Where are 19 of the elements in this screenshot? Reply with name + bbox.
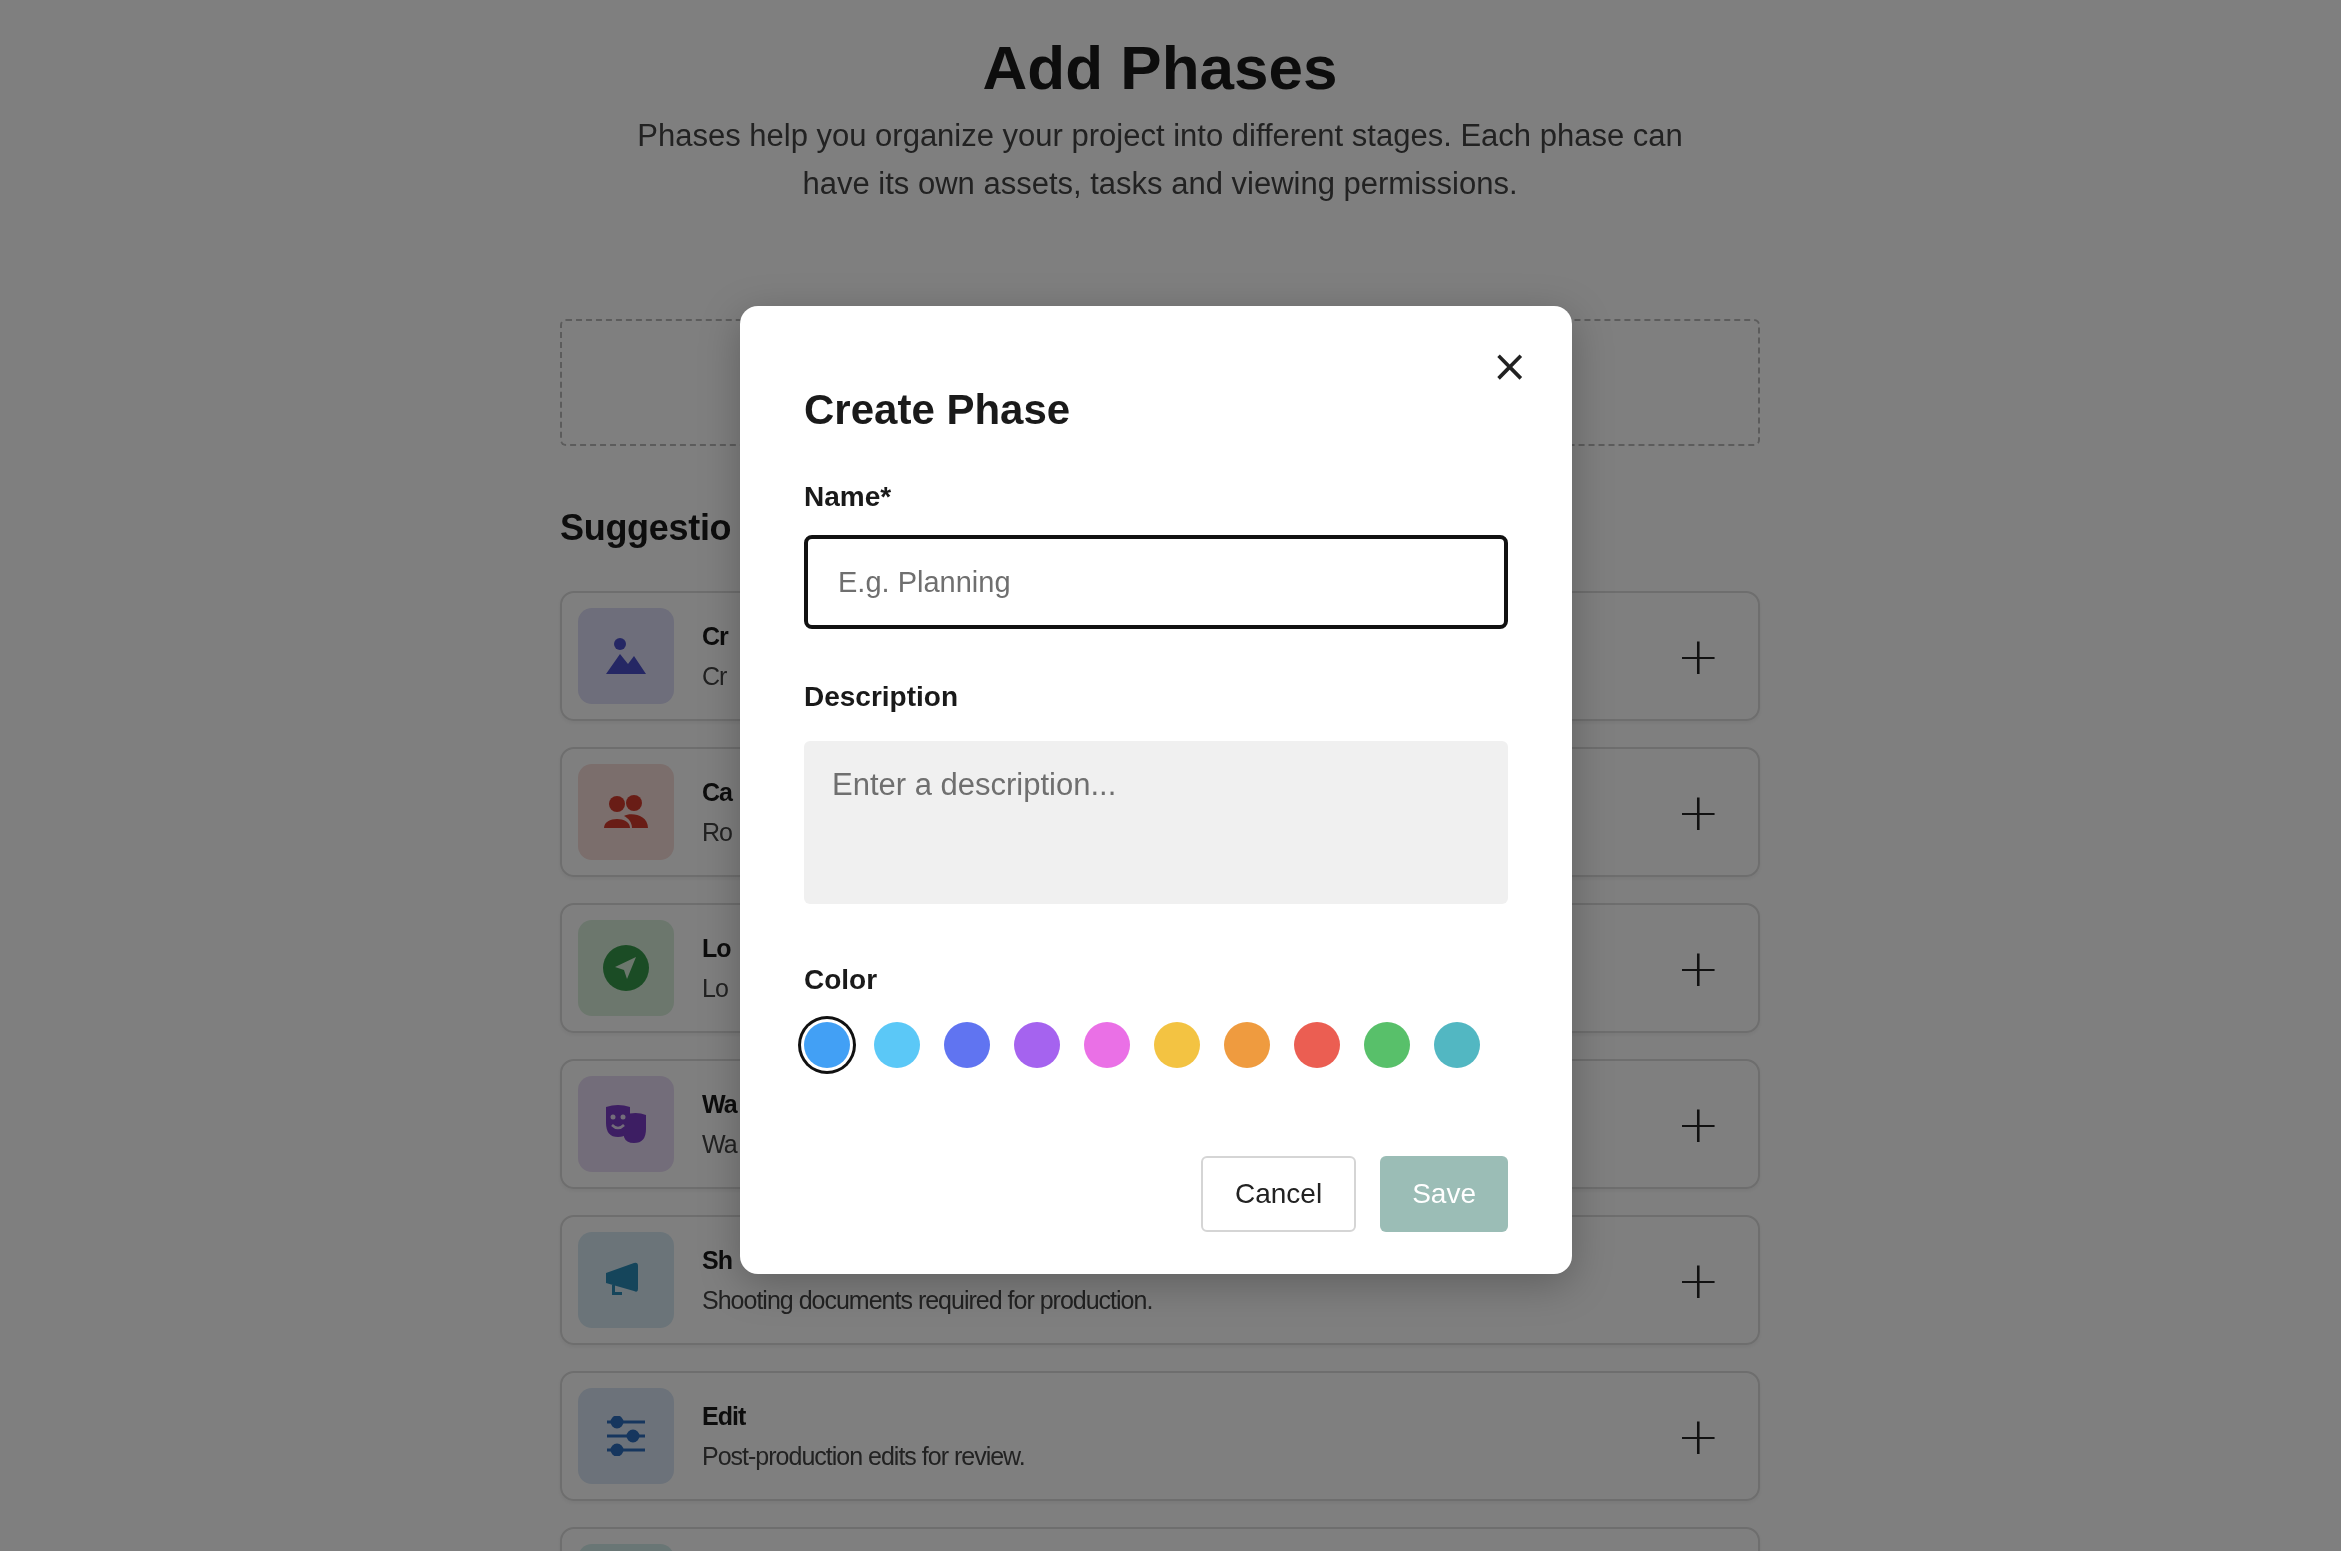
dialog-title: Create Phase bbox=[804, 385, 1072, 435]
description-label: Description bbox=[804, 680, 960, 714]
suggestion-description: Lo bbox=[702, 973, 728, 1004]
suggestion-description: Shooting documents required for production. bbox=[702, 1285, 1153, 1316]
suggestion-description: Cr bbox=[702, 661, 727, 692]
suggestion-description: Wa bbox=[702, 1129, 737, 1160]
suggestion-description: Post-production edits for review. bbox=[702, 1441, 1025, 1472]
suggestion-description: Ro bbox=[702, 817, 732, 848]
section-heading: Suggestio bbox=[560, 506, 733, 550]
suggestion-title: Lo bbox=[702, 933, 731, 964]
page-subtitle: Phases help you organize your project into different stages. Each phase can have its own assets, tasks and viewing permissions. bbox=[636, 117, 1684, 203]
suggestion-title: Wa bbox=[702, 1089, 737, 1120]
suggestion-title: Cr bbox=[702, 621, 728, 652]
page-title: Add Phases bbox=[981, 32, 1339, 104]
name-label: Name* bbox=[804, 480, 893, 514]
suggestion-title: Sh bbox=[702, 1245, 732, 1276]
suggestion-title: Ca bbox=[702, 777, 732, 808]
suggestion-title: Edit bbox=[702, 1401, 746, 1432]
color-label: Color bbox=[804, 963, 879, 997]
